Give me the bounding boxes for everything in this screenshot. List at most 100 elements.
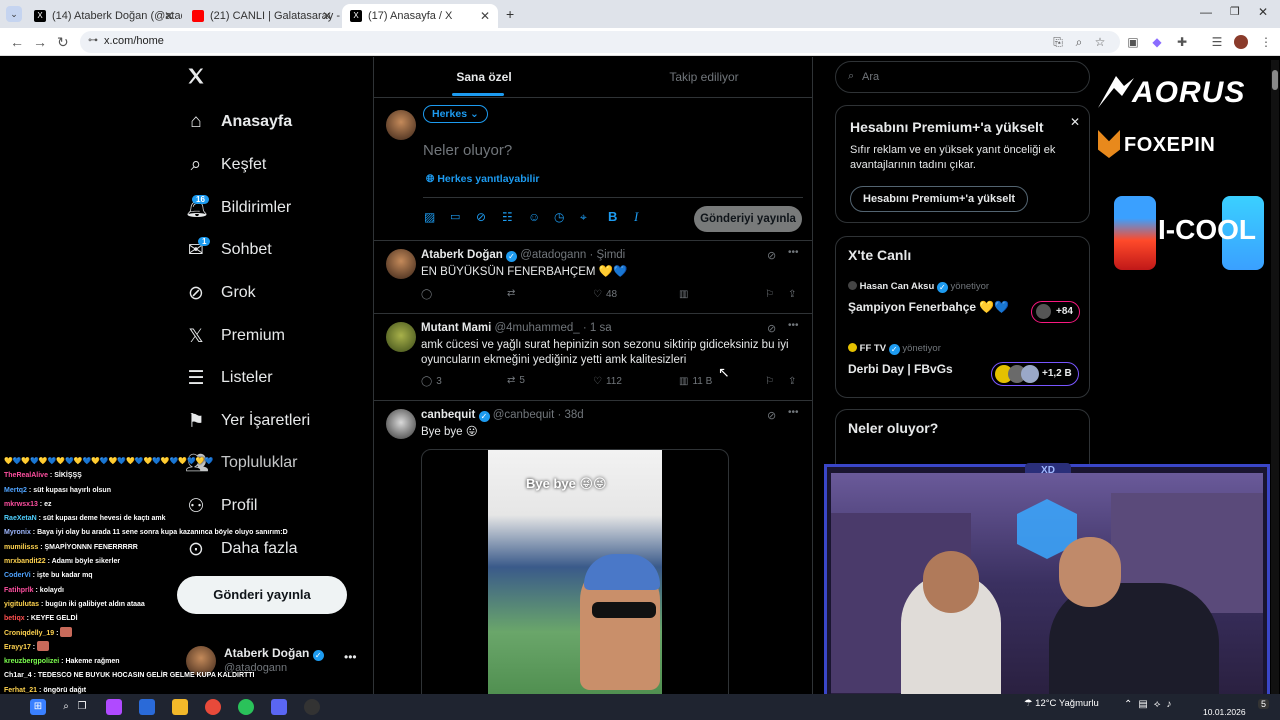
copilot-icon[interactable] (106, 699, 122, 715)
url-input[interactable]: ⊶ x.com/home (80, 31, 1120, 53)
nav-premium[interactable]: 𝕏 Premium (185, 321, 285, 351)
reading-list-icon[interactable]: ☰ (1210, 35, 1224, 49)
premium-upgrade-button[interactable]: Hesabını Premium+'a yükselt (850, 186, 1029, 212)
more-icon[interactable]: ••• (788, 320, 799, 331)
bookmark-button[interactable]: ⚐ (765, 289, 774, 300)
reply-setting[interactable]: 🌐︎ Herkes yanıtlayabilir (426, 173, 539, 186)
weather-widget[interactable]: ☂ 12°C Yağmurlu (1024, 698, 1099, 709)
tweet-author[interactable]: canbequit ✓ @canbequit · 38d (421, 409, 584, 422)
more-icon[interactable]: ••• (788, 247, 799, 258)
start-icon[interactable]: ⊞ (30, 699, 46, 715)
retweet-button[interactable]: ⇄ (507, 288, 515, 299)
zoom-icon[interactable]: ⌕ (1072, 35, 1086, 49)
views-button[interactable]: ▥ (679, 289, 688, 300)
location-icon[interactable]: ⌖ (580, 210, 587, 225)
compose-post-button[interactable]: Gönderiyi yayınla (694, 206, 802, 232)
close-icon[interactable]: ✕ (480, 9, 490, 23)
emoji-icon[interactable]: ☺ (528, 210, 540, 224)
tab-for-you[interactable]: Sana özel (374, 57, 594, 97)
restore-icon[interactable]: ❐ (1230, 5, 1240, 18)
star-icon[interactable]: ☆ (1093, 35, 1107, 49)
chat-username[interactable]: mkrwsx13 (4, 501, 38, 508)
reload-icon[interactable]: ↻ (57, 34, 69, 51)
site-info-icon[interactable]: ⊶ (88, 35, 98, 46)
whatsapp-icon[interactable] (238, 699, 254, 715)
browser-tab-3[interactable]: X (17) Anasayfa / X ✕ (342, 4, 498, 28)
browser-tab-2[interactable]: (21) CANLI | Galatasaray - Fene ✕ (184, 4, 340, 28)
install-icon[interactable]: ⎘ (1051, 35, 1065, 49)
close-icon[interactable]: ✕ (322, 9, 332, 23)
reply-button[interactable]: ◯ 3 (421, 376, 442, 387)
scrollbar-thumb[interactable] (1272, 70, 1278, 90)
forward-icon[interactable]: → (33, 34, 47, 50)
tab-following[interactable]: Takip ediliyor (594, 57, 812, 97)
tweet-author[interactable]: Mutant Mami @4muhammed_ · 1 sa (421, 322, 612, 334)
avatar[interactable] (386, 409, 416, 439)
back-icon[interactable]: ← (10, 34, 24, 50)
chat-username[interactable]: CoderVi (4, 572, 31, 579)
chat-username[interactable]: betiqx (4, 615, 25, 622)
tweet-video[interactable]: Bye bye 😜😜 (421, 449, 729, 694)
extension-2-icon[interactable]: ◆ (1150, 35, 1164, 49)
compose-input[interactable]: Neler oluyor? (423, 142, 512, 159)
close-icon[interactable]: ✕ (164, 9, 174, 23)
views-button[interactable]: ▥ 11 B (679, 376, 712, 387)
chrome-icon[interactable] (205, 699, 221, 715)
avatar[interactable] (386, 322, 416, 352)
discord-icon[interactable] (271, 699, 287, 715)
retweet-button[interactable]: ⇄ 5 (507, 375, 525, 386)
browser-tab-1[interactable]: X (14) Ataberk Doğan (@atadoga ✕ (26, 4, 182, 28)
live-item[interactable]: FF TV ✓ yönetiyor Derbi Day | FBvGs +1,2… (848, 341, 1083, 391)
x-logo-icon[interactable] (186, 66, 206, 86)
grok-compose-icon[interactable]: ⊘ (476, 210, 486, 224)
media-icon[interactable]: ▨ (424, 210, 435, 224)
chat-username[interactable]: Fatihprlk (4, 587, 34, 594)
chat-username[interactable]: Erayy17 (4, 644, 31, 651)
avatar[interactable] (386, 249, 416, 279)
grok-icon[interactable]: ⊘ (767, 409, 776, 422)
nav-explore[interactable]: ⌕ Keşfet (185, 150, 267, 180)
italic-icon[interactable]: I (634, 209, 638, 225)
file-explorer-icon[interactable] (172, 699, 188, 715)
reply-button[interactable]: ◯ (421, 289, 432, 300)
chat-username[interactable]: kreuzbergpolizei (4, 658, 59, 665)
avatar[interactable] (386, 110, 416, 140)
scrollbar[interactable] (1271, 60, 1279, 694)
nav-lists[interactable]: ☰ Listeler (185, 363, 272, 393)
close-icon[interactable]: ✕ (1070, 115, 1080, 129)
notification-count[interactable]: 5 (1258, 699, 1270, 709)
profile-avatar-icon[interactable] (1234, 35, 1248, 49)
chat-username[interactable]: TheRealAlive (4, 472, 48, 479)
chat-username[interactable]: RaeXetaN (4, 515, 37, 522)
clock-date[interactable]: 10.01.2026 (1203, 707, 1246, 717)
schedule-icon[interactable]: ◷ (554, 210, 564, 224)
share-button[interactable]: ⇪ (788, 376, 796, 387)
tweet[interactable]: Ataberk Doğan ✓ @atadogann · Şimdi ⊘ •••… (374, 240, 812, 313)
window-close-icon[interactable]: ✕ (1258, 5, 1268, 19)
like-button[interactable]: ♡ 112 (593, 376, 622, 387)
tweet[interactable]: canbequit ✓ @canbequit · 38d ⊘ ••• Bye b… (374, 400, 812, 694)
live-item[interactable]: Hasan Can Aksu ✓ yönetiyor Şampiyon Fene… (848, 279, 1083, 329)
bold-icon[interactable]: B (608, 209, 617, 224)
grok-icon[interactable]: ⊘ (767, 249, 776, 262)
like-button[interactable]: ♡ 48 (593, 289, 617, 300)
audience-dropdown[interactable]: Herkes ⌄ (423, 105, 488, 123)
gif-icon[interactable]: ▭ (450, 210, 460, 223)
chat-username[interactable]: Ferhat_21 (4, 687, 37, 694)
chat-username[interactable]: Croniqdelly_19 (4, 630, 54, 637)
share-button[interactable]: ⇪ (788, 289, 796, 300)
chat-username[interactable]: yigitulutas (4, 601, 39, 608)
outlook-icon[interactable] (139, 699, 155, 715)
extensions-icon[interactable]: ✚ (1175, 35, 1189, 49)
nav-grok[interactable]: ⊘ Grok (185, 278, 256, 308)
tab-search-icon[interactable]: ⌄ (6, 6, 22, 22)
nav-bookmarks[interactable]: ⚑ Yer İşaretleri (185, 406, 310, 436)
more-icon[interactable]: ••• (344, 650, 357, 664)
nav-home[interactable]: ⌂ Anasayfa (185, 107, 292, 137)
new-tab-icon[interactable]: + (506, 6, 514, 22)
more-icon[interactable]: ••• (788, 407, 799, 418)
obs-icon[interactable] (304, 699, 320, 715)
bookmark-button[interactable]: ⚐ (765, 376, 774, 387)
menu-icon[interactable]: ⋮ (1259, 35, 1273, 49)
grok-icon[interactable]: ⊘ (767, 322, 776, 335)
